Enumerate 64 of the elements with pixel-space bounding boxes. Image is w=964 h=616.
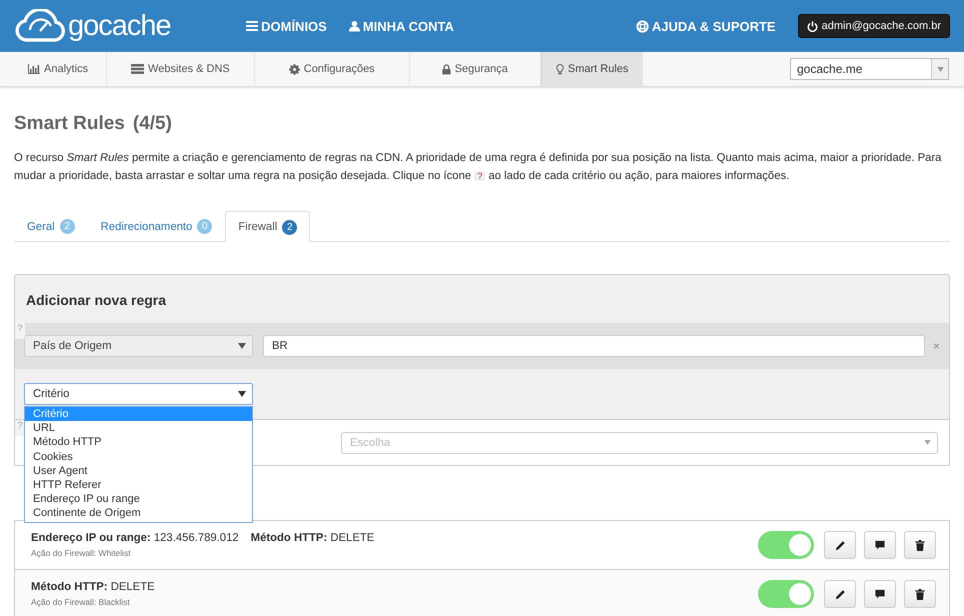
delete-button[interactable] (904, 531, 936, 559)
nav-link[interactable]: DOMÍNIOS (246, 18, 327, 34)
comment-button[interactable] (864, 580, 896, 608)
lock-icon (442, 64, 451, 74)
user-icon (348, 20, 360, 32)
count-badge: 2 (282, 220, 298, 234)
description-text: O recurso Smart Rules permite a criação e gerenciamento de regras na CDN. A prioridade de uma regra é definida por sua posição na lista. Quanto mais acima, maior a prioridade. Para mudar a prioridade, basta arrastar e soltar uma regra na posição desejada. Clique no ícone ? ao lado de cada critério ou ação, para maiores informações. (14, 151, 942, 184)
lightbulb-icon (556, 64, 564, 74)
lifebuoy-icon (636, 20, 649, 32)
criterion-add-select[interactable]: Critério (24, 383, 253, 405)
section-tab[interactable]: Smart Rules (540, 52, 644, 86)
cloud-logo-icon (14, 9, 66, 43)
server-icon (131, 64, 144, 74)
delete-button[interactable] (904, 580, 936, 608)
tab[interactable]: Firewall 2 (225, 211, 310, 242)
tab[interactable]: Geral 2 (14, 211, 88, 241)
dropdown-option[interactable]: HTTP Referer (25, 478, 252, 492)
dropdown-option[interactable]: URL (25, 421, 252, 436)
bar-chart-icon (28, 64, 40, 74)
tab[interactable]: Redirecionamento 0 (88, 211, 226, 241)
site-select[interactable]: gocache.me (790, 58, 949, 80)
caret-icon (924, 440, 931, 445)
edit-button[interactable] (824, 531, 856, 559)
rule-criterion: Método HTTP: DELETE (250, 532, 374, 544)
comment-icon (874, 588, 886, 600)
trash-icon (915, 588, 925, 600)
rule-action: Ação do Firewall: Blacklist (31, 597, 131, 607)
menu-icon (246, 20, 258, 32)
caret-icon (238, 391, 246, 397)
trash-icon (915, 540, 925, 550)
section-tab[interactable]: Websites & DNS (107, 52, 255, 86)
criterion-select[interactable]: País de Origem (24, 335, 253, 357)
caret-icon (936, 66, 944, 72)
dropdown-option[interactable]: Método HTTP (25, 435, 252, 450)
toggle-switch[interactable] (758, 580, 814, 608)
caret-icon (238, 343, 246, 349)
count-badge: 2 (60, 219, 75, 234)
count-badge: 0 (197, 219, 212, 234)
dropdown-option[interactable]: Endereço IP ou range (25, 492, 252, 506)
section-tab[interactable]: Analytics (10, 52, 108, 86)
dropdown-option[interactable]: User Agent (25, 464, 252, 478)
edit-button[interactable] (824, 580, 856, 608)
pencil-icon (834, 588, 846, 600)
comment-icon (874, 540, 886, 550)
rule-action: Ação do Firewall: Whitelist (31, 548, 132, 558)
power-icon (806, 20, 818, 32)
nav-link[interactable]: AJUDA & SUPORTE (636, 18, 776, 34)
dropdown-option[interactable]: Cookies (25, 450, 252, 464)
account-button[interactable]: admin@gocache.com.br (798, 14, 950, 38)
criterion-value-field[interactable]: BR (263, 335, 925, 357)
rule-criterion: Endereço IP ou range: 123.456.789.012 (31, 532, 239, 544)
comment-button[interactable] (864, 531, 896, 559)
gear-icon (288, 64, 300, 74)
page-title: Smart Rules (14, 113, 125, 135)
pencil-icon (834, 540, 846, 550)
logo-text: gocache (68, 10, 171, 42)
toggle-switch[interactable] (758, 531, 814, 559)
panel-title: Adicionar nova regra (25, 291, 168, 310)
rule-row[interactable]: Método HTTP: DELETE Ação do Firewall: Blacklist (15, 569, 949, 616)
dropdown-option[interactable]: Continente de Origem (25, 506, 252, 520)
rule-count: (4/5) (132, 113, 172, 135)
rule-criterion: Método HTTP: DELETE (31, 581, 155, 593)
section-tab[interactable]: Configurações (254, 52, 410, 86)
nav-link[interactable]: MINHA CONTA (348, 18, 454, 34)
